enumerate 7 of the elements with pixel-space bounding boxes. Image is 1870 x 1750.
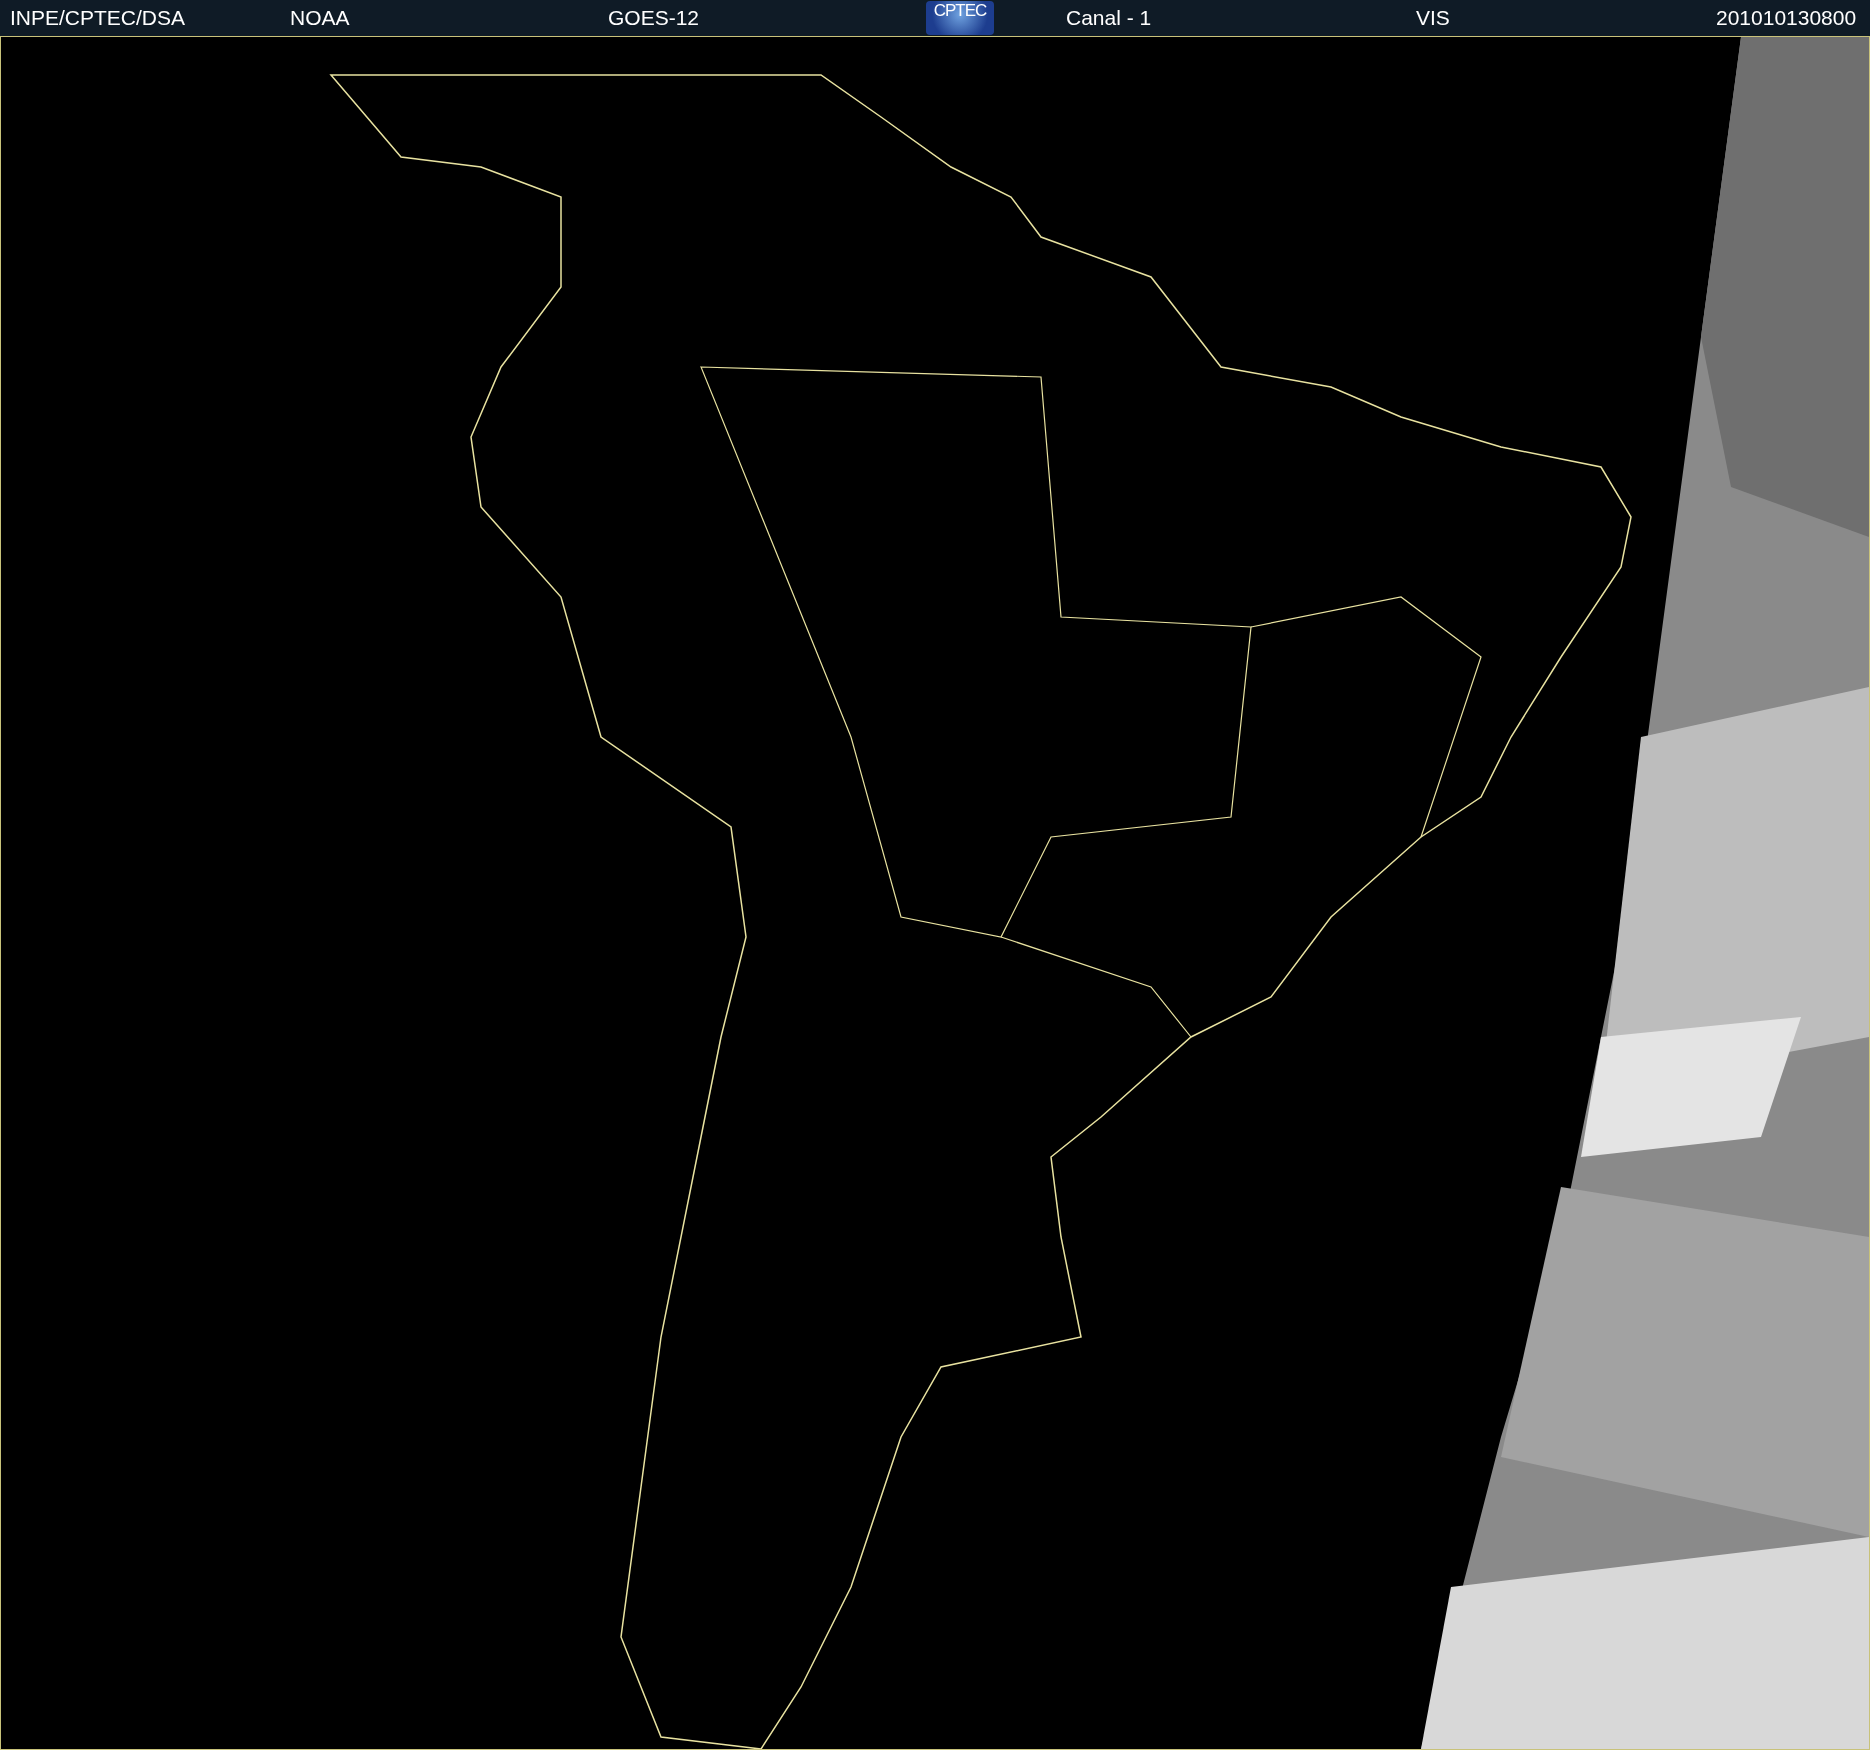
header-label: GOES-12: [608, 6, 701, 30]
header-label: VIS: [1416, 6, 1451, 30]
header-label: 201010130800: [1716, 6, 1858, 30]
header-label: INPE/CPTEC/DSA: [10, 6, 187, 30]
header-label: NOAA: [290, 6, 351, 30]
logo: CPTEC: [926, 1, 994, 35]
header-label: Canal - 1: [1066, 6, 1153, 30]
